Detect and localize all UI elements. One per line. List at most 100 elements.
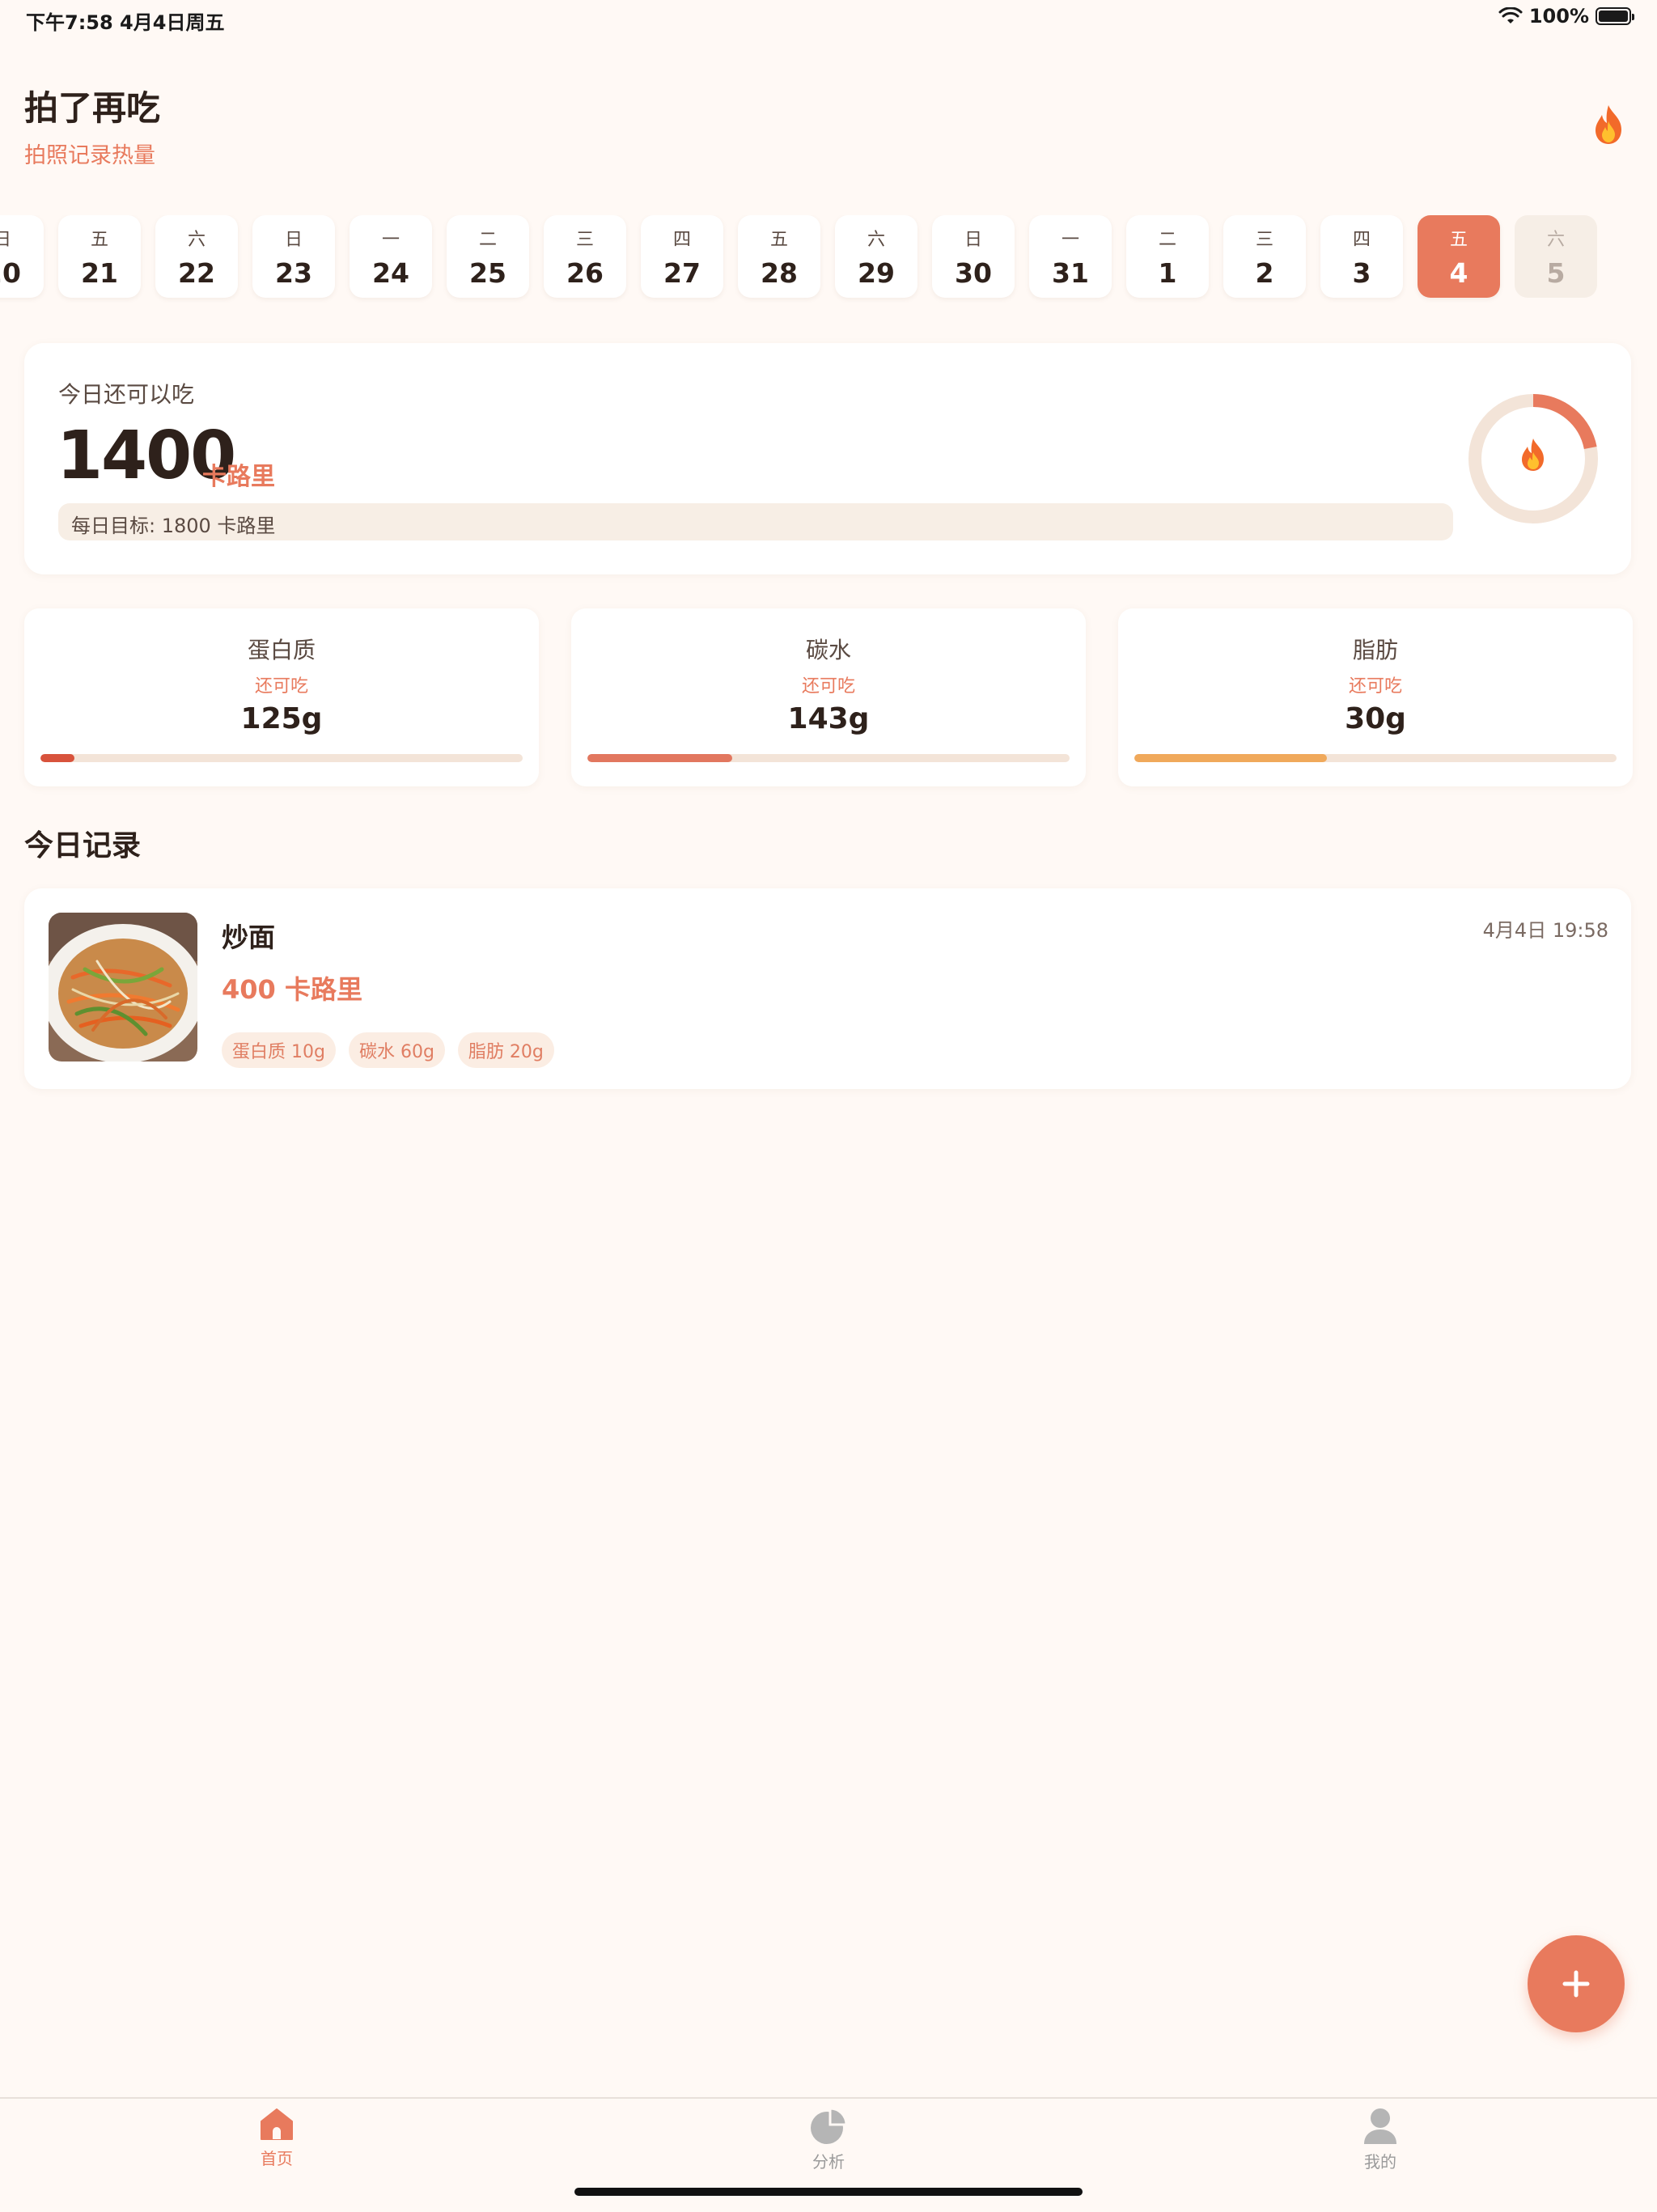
date-chip-day: 20: [0, 256, 21, 289]
date-chip-day: 27: [663, 256, 701, 289]
date-chip-weekday: 三: [1255, 229, 1273, 250]
status-time-date: 下午7:58 4月4日周五: [26, 11, 225, 34]
add-meal-button[interactable]: [1528, 1935, 1625, 2032]
tag-protein: 蛋白质 10g: [222, 1032, 336, 1068]
date-chip[interactable]: 一 31: [1029, 215, 1112, 298]
daily-goal-text: 每日目标: 1800 卡路里: [71, 515, 276, 537]
date-chip-day: 29: [858, 256, 895, 289]
macro-sub: 还可吃: [801, 676, 855, 697]
date-chip-weekday: 二: [1158, 229, 1176, 250]
date-chip-day: 28: [761, 256, 798, 289]
tag-fat: 脂肪 20g: [457, 1032, 554, 1068]
macro-value: 125g: [240, 702, 323, 735]
date-chip-weekday: 二: [478, 229, 497, 250]
date-chip-day: 5: [1546, 256, 1566, 289]
tab-label: 分析: [812, 2152, 845, 2172]
macro-progress-fill: [1134, 754, 1328, 762]
date-chip-day: 1: [1158, 256, 1177, 289]
tab-label: 首页: [261, 2149, 293, 2168]
date-chip[interactable]: 二1: [1126, 215, 1209, 298]
ring-flame-icon: [1522, 439, 1544, 471]
date-chip-day: 4: [1449, 256, 1468, 289]
pie-chart-icon: [811, 2107, 848, 2144]
meal-photo[interactable]: [49, 913, 197, 1062]
date-chip[interactable]: 六 22: [155, 215, 238, 298]
macro-name: 蛋白质: [247, 637, 316, 663]
flame-icon[interactable]: [1591, 104, 1626, 146]
date-strip: 日20五21六22日23一24二25三26四27五28六29日30一31二1三2…: [0, 215, 1657, 303]
macro-value: 30g: [1345, 702, 1406, 735]
date-chip[interactable]: 五4: [1418, 215, 1500, 298]
date-chip-weekday: 五: [769, 229, 788, 250]
macro-value: 143g: [787, 702, 870, 735]
date-chip-day: 24: [372, 256, 409, 289]
date-chip[interactable]: 三 26: [544, 215, 626, 298]
date-chip-day: 21: [81, 256, 118, 289]
date-chip-weekday: 四: [672, 229, 691, 250]
home-icon: [261, 2108, 293, 2140]
macro-progress-track: [587, 754, 1070, 762]
meal-macro-tags: 蛋白质 10g 碳水 60g 脂肪 20g: [222, 1032, 554, 1068]
date-chip[interactable]: 一 24: [350, 215, 432, 298]
date-chip-weekday: 六: [1546, 229, 1565, 250]
person-icon: [1364, 2108, 1396, 2144]
date-chip[interactable]: 三2: [1223, 215, 1306, 298]
macro-name: 碳水: [805, 637, 851, 663]
plus-icon: [1562, 1970, 1590, 1998]
date-chip-weekday: 一: [1061, 229, 1079, 250]
date-chip-weekday: 三: [575, 229, 594, 250]
date-chip-weekday: 六: [187, 229, 206, 250]
date-chip-weekday: 四: [1352, 229, 1371, 250]
home-indicator: [574, 2188, 1083, 2196]
date-chip-weekday: 日: [964, 229, 982, 250]
meal-calories: 400 卡路里: [222, 974, 362, 1005]
date-chip-weekday: 五: [90, 229, 108, 250]
date-chip-weekday: 六: [867, 229, 885, 250]
date-chip-day: 25: [469, 256, 506, 289]
status-right: 100%: [1498, 5, 1634, 28]
date-chip-day: 3: [1352, 256, 1371, 289]
meal-name: 炒面: [222, 922, 275, 953]
battery-percent: 100%: [1528, 5, 1589, 28]
date-chip-day: 23: [275, 256, 312, 289]
date-chip-weekday: 日: [0, 229, 11, 250]
macro-card-carbs: 碳水 还可吃 143g: [571, 608, 1086, 786]
macro-progress-track: [1134, 754, 1617, 762]
date-chip[interactable]: 日 20: [0, 215, 44, 298]
tag-carbs: 碳水 60g: [348, 1032, 445, 1068]
macro-progress-fill: [587, 754, 732, 762]
date-chip-day: 31: [1052, 256, 1089, 289]
date-chip-day: 26: [566, 256, 604, 289]
calorie-remaining-label: 今日还可以吃: [58, 381, 195, 408]
calorie-progress-ring: [1468, 394, 1598, 523]
date-chip[interactable]: 二 25: [447, 215, 529, 298]
tab-analysis[interactable]: 分析: [780, 2107, 877, 2172]
macro-card-protein: 蛋白质 还可吃 125g: [24, 608, 539, 786]
wifi-icon: [1498, 7, 1523, 23]
date-chip[interactable]: 四 27: [641, 215, 723, 298]
macro-name: 脂肪: [1352, 637, 1398, 663]
date-chip-weekday: 一: [381, 229, 400, 250]
calorie-unit: 卡路里: [202, 463, 275, 491]
macro-progress-fill: [40, 754, 74, 762]
battery-icon: [1596, 7, 1634, 25]
tab-label: 我的: [1364, 2152, 1396, 2172]
macro-sub: 还可吃: [254, 676, 308, 697]
date-chip[interactable]: 六5: [1515, 215, 1597, 298]
app-subtitle: 拍照记录热量: [24, 143, 155, 168]
date-chip[interactable]: 五 28: [738, 215, 820, 298]
date-chip[interactable]: 六 29: [835, 215, 917, 298]
date-chip-weekday: 五: [1449, 229, 1468, 250]
tab-profile[interactable]: 我的: [1332, 2107, 1429, 2172]
date-chip[interactable]: 五 21: [58, 215, 141, 298]
macro-card-fat: 脂肪 还可吃 30g: [1118, 608, 1633, 786]
date-chip[interactable]: 四3: [1320, 215, 1403, 298]
date-chip[interactable]: 日 23: [252, 215, 335, 298]
date-chip-weekday: 日: [284, 229, 303, 250]
app-title: 拍了再吃: [24, 88, 161, 128]
date-chip[interactable]: 日 30: [932, 215, 1015, 298]
tab-home[interactable]: 首页: [228, 2107, 325, 2169]
macro-progress-track: [40, 754, 523, 762]
date-chip-day: 2: [1255, 256, 1274, 289]
today-records-title: 今日记录: [24, 829, 142, 862]
